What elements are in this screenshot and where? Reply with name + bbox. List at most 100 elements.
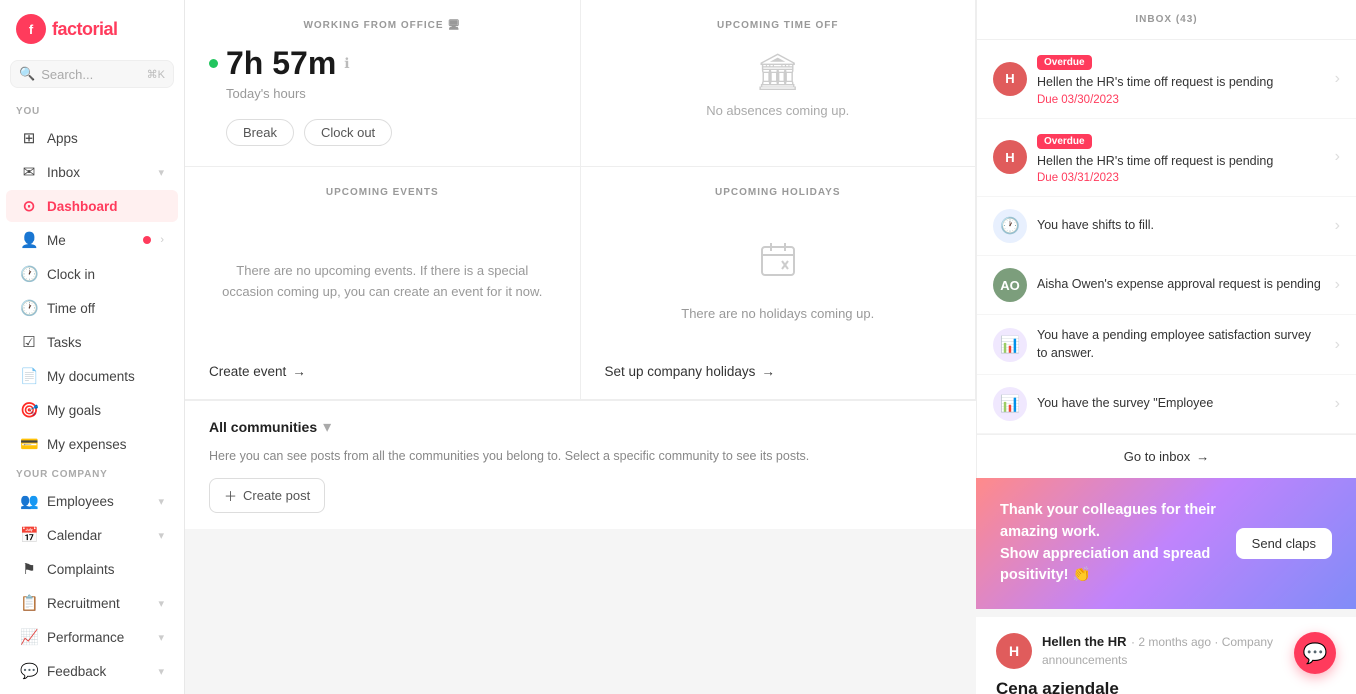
documents-icon: 📄 — [20, 367, 38, 385]
building-icon: 🏛 — [605, 51, 952, 93]
arrow-right-icon: → — [1196, 449, 1209, 464]
create-post-label: Create post — [243, 488, 310, 503]
sidebar-item-clock-in[interactable]: 🕐 Clock in — [6, 258, 178, 290]
avatar: AO — [993, 268, 1027, 302]
chat-bubble-button[interactable]: 💬 — [1294, 632, 1336, 674]
sidebar-item-feedback[interactable]: 💬 Feedback ▾ — [6, 655, 178, 687]
upcoming-events-panel: UPCOMING EVENTS There are no upcoming ev… — [185, 167, 581, 399]
post-title: Cena aziendale — [996, 679, 1336, 694]
go-inbox-label: Go to inbox — [1124, 449, 1191, 464]
sidebar-item-complaints[interactable]: ⚑ Complaints — [6, 553, 178, 585]
inbox-item-content: You have the survey "Employee — [1037, 395, 1325, 413]
inbox-item[interactable]: 📊 You have the survey "Employee › — [977, 375, 1356, 434]
sidebar-item-label: Apps — [47, 131, 164, 146]
inbox-item[interactable]: AO Aisha Owen's expense approval request… — [977, 256, 1356, 315]
post-meta: Hellen the HR · 2 months ago · Company a… — [1042, 633, 1308, 669]
clock-out-button[interactable]: Clock out — [304, 119, 392, 146]
communities-header: All communities ▾ — [209, 417, 952, 437]
arrow-right-icon: → — [292, 364, 306, 379]
inbox-item[interactable]: H Overdue Hellen the HR's time off reque… — [977, 40, 1356, 119]
wfo-hours: 7h 57m — [226, 45, 336, 82]
sidebar-item-apps[interactable]: ⊞ Apps — [6, 122, 178, 154]
sidebar-item-label: Performance — [47, 630, 149, 645]
sidebar-item-employees[interactable]: 👥 Employees ▾ — [6, 485, 178, 517]
chevron-down-icon: ▾ — [158, 665, 164, 678]
sidebar-item-label: Time off — [47, 301, 164, 316]
inbox-item[interactable]: 📊 You have a pending employee satisfacti… — [977, 315, 1356, 375]
time-off-panel-title: UPCOMING TIME OFF — [605, 20, 952, 31]
sidebar-item-calendar[interactable]: 📅 Calendar ▾ — [6, 519, 178, 551]
chat-icon: 💬 — [1303, 641, 1328, 666]
active-dot — [209, 59, 218, 68]
mid-panels-row: UPCOMING EVENTS There are no upcoming ev… — [185, 167, 976, 400]
sidebar-item-time-tracking[interactable]: ⏱ Time tracking — [6, 689, 178, 694]
inbox-item-text: You have shifts to fill. — [1037, 217, 1325, 235]
sidebar-item-my-expenses[interactable]: 💳 My expenses — [6, 428, 178, 460]
sidebar-item-label: My expenses — [47, 437, 164, 452]
survey-icon-wrap: 📊 — [993, 328, 1027, 362]
me-icon: 👤 — [20, 231, 38, 249]
sidebar-item-tasks[interactable]: ☑ Tasks — [6, 326, 178, 358]
sidebar-item-my-documents[interactable]: 📄 My documents — [6, 360, 178, 392]
sidebar-item-performance[interactable]: 📈 Performance ▾ — [6, 621, 178, 653]
break-button[interactable]: Break — [226, 119, 294, 146]
events-empty-content: There are no upcoming events. If there i… — [209, 212, 556, 352]
top-panels-row: WORKING FROM OFFICE 🖥 7h 57m ℹ Today's h… — [185, 0, 976, 167]
appreciation-banner: Thank your colleagues for their amazing … — [976, 478, 1356, 609]
arrow-right-icon: › — [1335, 276, 1340, 294]
goals-icon: 🎯 — [20, 401, 38, 419]
create-event-link[interactable]: Create event → — [209, 352, 556, 379]
sidebar-item-me[interactable]: 👤 Me › — [6, 224, 178, 256]
chevron-down-icon: ▾ — [323, 417, 331, 437]
calendar-icon: 📅 — [20, 526, 38, 544]
create-post-button[interactable]: ＋ Create post — [209, 478, 325, 513]
setup-holidays-link[interactable]: Set up company holidays → — [605, 352, 952, 379]
send-claps-button[interactable]: Send claps — [1236, 528, 1332, 559]
survey2-icon: 📊 — [1000, 394, 1020, 414]
inbox-icon: ✉ — [20, 163, 38, 181]
sidebar-item-time-off[interactable]: 🕐 Time off — [6, 292, 178, 324]
you-section-label: YOU — [0, 98, 184, 121]
inbox-item-text: You have a pending employee satisfaction… — [1037, 327, 1325, 362]
sidebar-item-dashboard[interactable]: ⊙ Dashboard — [6, 190, 178, 222]
wfo-buttons: Break Clock out — [226, 119, 556, 146]
inbox-item-content: You have a pending employee satisfaction… — [1037, 327, 1325, 362]
inbox-item[interactable]: 🕐 You have shifts to fill. › — [977, 197, 1356, 256]
communities-description: Here you can see posts from all the comm… — [209, 447, 952, 466]
sidebar-item-inbox[interactable]: ✉ Inbox ▾ — [6, 156, 178, 188]
inbox-item-content: You have shifts to fill. — [1037, 217, 1325, 235]
search-icon: 🔍 — [19, 66, 35, 82]
calendar-x-icon — [758, 239, 798, 294]
chevron-down-icon: ▾ — [158, 631, 164, 644]
sidebar-item-label: Recruitment — [47, 596, 149, 611]
sidebar-item-label: Me — [47, 233, 134, 248]
dashboard-icon: ⊙ — [20, 197, 38, 215]
me-dot-indicator — [143, 236, 151, 244]
logo-icon: f — [16, 14, 46, 44]
communities-title: All communities — [209, 419, 317, 435]
chevron-right-icon: › — [160, 234, 164, 246]
post-author-avatar: H — [996, 633, 1032, 669]
sidebar-item-label: Employees — [47, 494, 149, 509]
search-placeholder: Search... — [41, 67, 140, 82]
arrow-right-icon: › — [1335, 217, 1340, 235]
go-to-inbox-link[interactable]: Go to inbox → — [977, 434, 1356, 478]
inbox-due-date: Due 03/30/2023 — [1037, 94, 1325, 106]
company-section-label: YOUR COMPANY — [0, 461, 184, 484]
arrow-right-icon: › — [1335, 336, 1340, 354]
sidebar-item-label: Calendar — [47, 528, 149, 543]
sidebar-item-label: Feedback — [47, 664, 149, 679]
overdue-badge: Overdue — [1037, 134, 1092, 149]
sidebar-item-recruitment[interactable]: 📋 Recruitment ▾ — [6, 587, 178, 619]
chevron-down-icon: ▾ — [158, 529, 164, 542]
time-off-icon: 🕐 — [20, 299, 38, 317]
search-bar[interactable]: 🔍 Search... ⌘K — [10, 60, 174, 88]
arrow-right-icon: › — [1335, 70, 1340, 88]
apps-icon: ⊞ — [20, 129, 38, 147]
inbox-item[interactable]: H Overdue Hellen the HR's time off reque… — [977, 119, 1356, 198]
avatar: H — [993, 62, 1027, 96]
sidebar: f factorial 🔍 Search... ⌘K YOU ⊞ Apps ✉ … — [0, 0, 185, 694]
sidebar-item-my-goals[interactable]: 🎯 My goals — [6, 394, 178, 426]
inbox-item-text: Hellen the HR's time off request is pend… — [1037, 74, 1325, 92]
avatar: H — [993, 140, 1027, 174]
